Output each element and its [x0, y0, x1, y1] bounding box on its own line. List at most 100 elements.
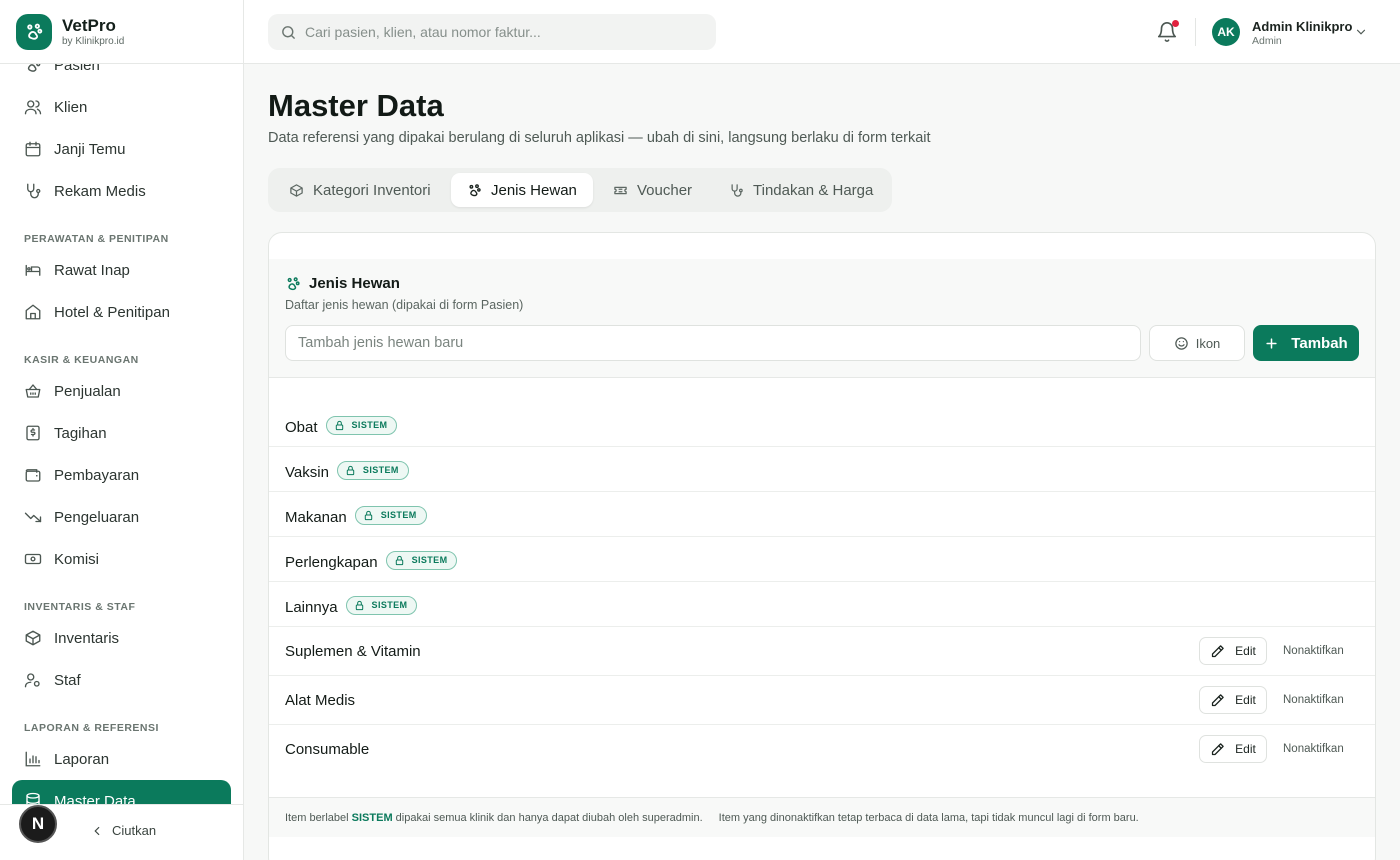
sidebar-item-label: Hotel & Penitipan — [54, 303, 170, 321]
tab-bar: Kategori Inventori Jenis Hewan Voucher T… — [268, 168, 892, 212]
add-button[interactable]: Tambah — [1253, 325, 1359, 361]
tab-label: Kategori Inventori — [313, 181, 431, 199]
sidebar-item-penjualan[interactable]: Penjualan — [0, 370, 231, 412]
list-item: Obat SISTEM — [269, 402, 1375, 447]
sidebar-item-pengeluaran[interactable]: Pengeluaran — [0, 496, 231, 538]
list-item: Lainnya SISTEM — [269, 582, 1375, 627]
user-cog-icon — [24, 671, 42, 689]
plus-icon — [1264, 336, 1279, 351]
icon-button-label: Ikon — [1195, 335, 1221, 351]
item-name: Vaksin — [285, 463, 329, 481]
sidebar-item-laporan[interactable]: Laporan — [0, 738, 231, 780]
brand-sub: by Klinikpro.id — [62, 35, 125, 47]
pencil-icon — [1210, 644, 1225, 659]
add-button-label: Tambah — [1291, 334, 1348, 352]
deactivate-button[interactable]: Nonaktifkan — [1283, 686, 1344, 714]
package-icon — [24, 629, 42, 647]
list-item: Vaksin SISTEM — [269, 447, 1375, 492]
sidebar-item-label: Staf — [54, 671, 81, 689]
paw-icon — [24, 64, 42, 74]
sidebar-item-label: Pembayaran — [54, 466, 140, 484]
sidebar-item-label: Pasien — [54, 64, 100, 74]
panel-title: Jenis Hewan — [285, 275, 400, 292]
footer-note-badge: SISTEM — [351, 811, 393, 824]
brand[interactable]: VetPro by Klinikpro.id — [0, 0, 243, 64]
footer-note-suffix: dipakai semua klinik dan hanya dapat diu… — [395, 811, 703, 824]
lock-icon — [334, 420, 345, 431]
sidebar-item-komisi[interactable]: Komisi — [0, 538, 231, 580]
sidebar-item-master-data[interactable]: Master Data — [12, 780, 231, 804]
home-icon — [24, 303, 42, 321]
avatar[interactable]: N — [19, 805, 57, 843]
sidebar-item-klien[interactable]: Klien — [0, 86, 231, 128]
list-item: Makanan SISTEM — [269, 492, 1375, 537]
sidebar-nav: Pasien Klien Janji Temu Rekam Medis PERAWATA… — [0, 64, 243, 804]
collapse-label: Ciutkan — [112, 823, 157, 838]
system-badge-label: SISTEM — [351, 420, 388, 430]
list-item: Alat Medis Edit Nonaktifkan — [269, 676, 1375, 725]
sidebar-item-rawat-inap[interactable]: Rawat Inap — [0, 249, 231, 291]
divider — [1195, 18, 1196, 46]
chevron-down-icon[interactable] — [1354, 25, 1368, 39]
sidebar-item-tagihan[interactable]: Tagihan — [0, 412, 231, 454]
panel-subtitle: Daftar jenis hewan (dipakai di form Pasi… — [285, 298, 524, 312]
item-name: Makanan — [285, 508, 347, 526]
search-input[interactable] — [305, 24, 705, 40]
sidebar-item-pembayaran[interactable]: Pembayaran — [0, 454, 231, 496]
deactivate-button[interactable]: Nonaktifkan — [1283, 735, 1344, 763]
sidebar-item-janji-temu[interactable]: Janji Temu — [0, 128, 231, 170]
edit-label: Edit — [1235, 693, 1256, 707]
list-item: Suplemen & Vitamin Edit Nonaktifkan — [269, 627, 1375, 676]
system-badge: SISTEM — [336, 460, 409, 480]
sidebar-item-label: Komisi — [54, 550, 100, 568]
item-name: Lainnya — [285, 598, 338, 616]
sidebar-item-rekam-medis[interactable]: Rekam Medis — [0, 170, 231, 212]
lock-icon — [363, 510, 374, 521]
edit-button[interactable]: Edit — [1199, 686, 1267, 714]
sidebar-item-staf[interactable]: Staf — [0, 659, 231, 701]
banknote-icon — [24, 550, 42, 568]
edit-button[interactable]: Edit — [1199, 637, 1267, 665]
new-item-input[interactable] — [285, 325, 1141, 361]
stethoscope-icon — [729, 183, 744, 198]
stethoscope-icon — [24, 182, 42, 200]
search-icon — [280, 24, 297, 41]
edit-button[interactable]: Edit — [1199, 735, 1267, 763]
sidebar-item-inventaris[interactable]: Inventaris — [0, 617, 231, 659]
pencil-icon — [1210, 742, 1225, 757]
sidebar-item-pasien[interactable]: Pasien — [0, 64, 231, 86]
system-badge: SISTEM — [325, 415, 398, 435]
deactivate-button[interactable]: Nonaktifkan — [1283, 637, 1344, 665]
item-name: Suplemen & Vitamin — [285, 642, 421, 660]
sidebar-section-heading: INVENTARIS & STAF — [24, 601, 136, 613]
users-icon — [24, 98, 42, 116]
sidebar-item-hotel-penitipan[interactable]: Hotel & Penitipan — [0, 291, 231, 333]
paw-logo-icon — [16, 13, 52, 50]
tab-tindakan-harga[interactable]: Tindakan & Harga — [713, 173, 889, 207]
icon-picker-button[interactable]: Ikon — [1149, 325, 1245, 361]
chevron-left-icon — [90, 824, 104, 838]
list-item: Perlengkapan SISTEM — [269, 537, 1375, 582]
edit-label: Edit — [1235, 742, 1256, 756]
search-bar[interactable] — [268, 14, 716, 50]
bed-icon — [24, 261, 42, 279]
lock-icon — [394, 555, 405, 566]
tab-voucher[interactable]: Voucher — [597, 173, 708, 207]
user-name[interactable]: Admin Klinikpro — [1252, 19, 1352, 34]
system-badge: SISTEM — [354, 505, 427, 525]
bar-chart-icon — [24, 750, 42, 768]
user-avatar[interactable]: AK — [1212, 18, 1240, 46]
item-name: Consumable — [285, 741, 370, 758]
sidebar-item-label: Inventaris — [54, 629, 120, 647]
page-title: Master Data — [268, 88, 444, 123]
system-badge-label: SISTEM — [411, 555, 448, 565]
sidebar-item-label: Master Data — [54, 792, 136, 805]
tab-jenis-hewan[interactable]: Jenis Hewan — [451, 173, 593, 207]
panel-title-text: Jenis Hewan — [309, 275, 400, 292]
footer-note-deactivate: Item yang dinonaktifkan tetap terbaca di… — [718, 811, 1139, 824]
calendar-icon — [24, 140, 42, 158]
item-name: Alat Medis — [285, 691, 356, 709]
tab-kategori-inventori[interactable]: Kategori Inventori — [273, 173, 447, 207]
collapse-button[interactable]: Ciutkan — [90, 823, 156, 838]
sidebar-item-label: Laporan — [54, 750, 110, 768]
